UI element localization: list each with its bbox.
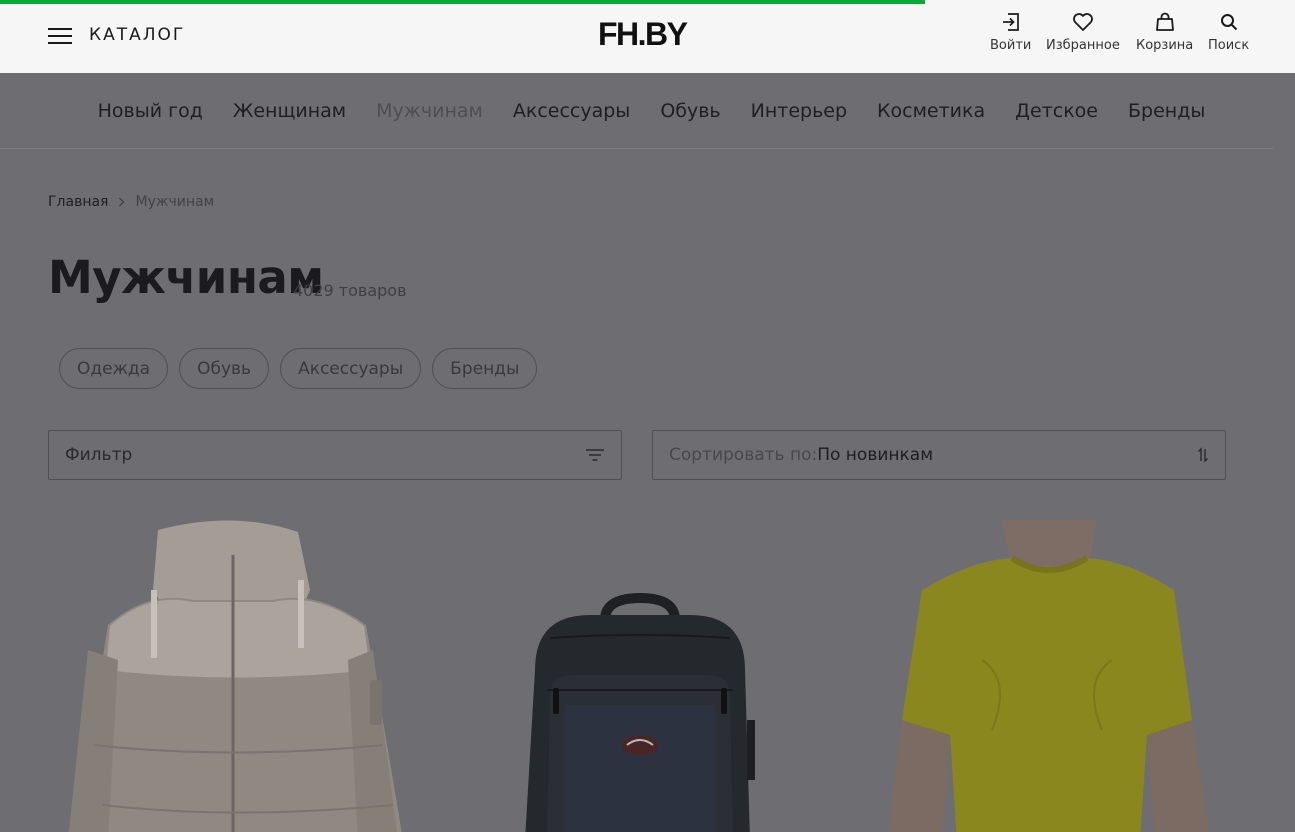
tshirt-image <box>888 520 1209 832</box>
catalog-button[interactable]: КАТАЛОГ <box>89 25 185 45</box>
subcategory-chips: Одежда Обувь Аксессуары Бренды <box>59 348 538 389</box>
nav-item-kids[interactable]: Детское <box>1015 100 1098 122</box>
heart-icon <box>1073 13 1093 31</box>
page-overlay: Новый год Женщинам Мужчинам Аксессуары О… <box>0 73 1295 832</box>
bag-icon <box>1155 12 1174 31</box>
site-logo[interactable]: FH.BY <box>598 16 688 53</box>
nav-item-cosmetics[interactable]: Косметика <box>877 100 985 122</box>
nav-item-new-year[interactable]: Новый год <box>98 100 203 122</box>
jacket-image <box>68 520 402 832</box>
menu-burger-icon[interactable] <box>48 27 72 45</box>
nav-item-women[interactable]: Женщинам <box>233 100 346 122</box>
product-card-jacket[interactable] <box>48 520 418 832</box>
category-nav: Новый год Женщинам Мужчинам Аксессуары О… <box>0 73 1273 149</box>
nav-item-accessories[interactable]: Аксессуары <box>513 100 630 122</box>
site-header: КАТАЛОГ FH.BY Войти Избранное Корзина По… <box>0 0 1295 73</box>
breadcrumb: Главная Мужчинам <box>48 194 214 210</box>
backpack-image <box>525 592 755 832</box>
product-card-backpack[interactable] <box>455 520 825 832</box>
product-count: 4029 товаров <box>293 281 407 300</box>
sort-prefix: Сортировать по: <box>669 445 818 465</box>
login-button[interactable]: Войти <box>990 12 1031 53</box>
sort-value: По новинкам <box>817 445 934 465</box>
filter-label: Фильтр <box>65 445 133 465</box>
search-icon <box>1220 14 1237 31</box>
nav-item-interior[interactable]: Интерьер <box>751 100 847 122</box>
page-load-progress <box>0 0 925 4</box>
breadcrumb-current: Мужчинам <box>135 194 215 210</box>
login-label: Войти <box>990 38 1032 53</box>
favorites-button[interactable]: Избранное <box>1046 12 1120 53</box>
chevron-right-icon <box>119 197 125 207</box>
chip-brands[interactable]: Бренды <box>432 348 538 389</box>
breadcrumb-home[interactable]: Главная <box>48 194 108 210</box>
login-icon <box>1002 13 1019 31</box>
filter-button[interactable]: Фильтр <box>48 430 622 480</box>
chip-clothing[interactable]: Одежда <box>59 348 169 389</box>
sort-text: Сортировать по:По новинкам <box>669 445 933 465</box>
search-button[interactable]: Поиск <box>1208 12 1249 53</box>
sort-arrows-icon <box>1198 447 1208 463</box>
filter-icon <box>586 449 604 461</box>
chip-accessories[interactable]: Аксессуары <box>280 348 422 389</box>
cart-label: Корзина <box>1136 38 1194 53</box>
nav-item-men[interactable]: Мужчинам <box>376 100 483 122</box>
sort-select[interactable]: Сортировать по:По новинкам <box>652 430 1226 480</box>
chip-shoes[interactable]: Обувь <box>179 348 270 389</box>
search-label: Поиск <box>1208 38 1250 53</box>
cart-button[interactable]: Корзина <box>1136 12 1193 53</box>
nav-item-shoes[interactable]: Обувь <box>660 100 720 122</box>
favorites-label: Избранное <box>1046 38 1120 53</box>
nav-item-brands[interactable]: Бренды <box>1128 100 1205 122</box>
product-card-tshirt[interactable] <box>862 520 1232 832</box>
page-title: Мужчинам <box>48 251 324 304</box>
